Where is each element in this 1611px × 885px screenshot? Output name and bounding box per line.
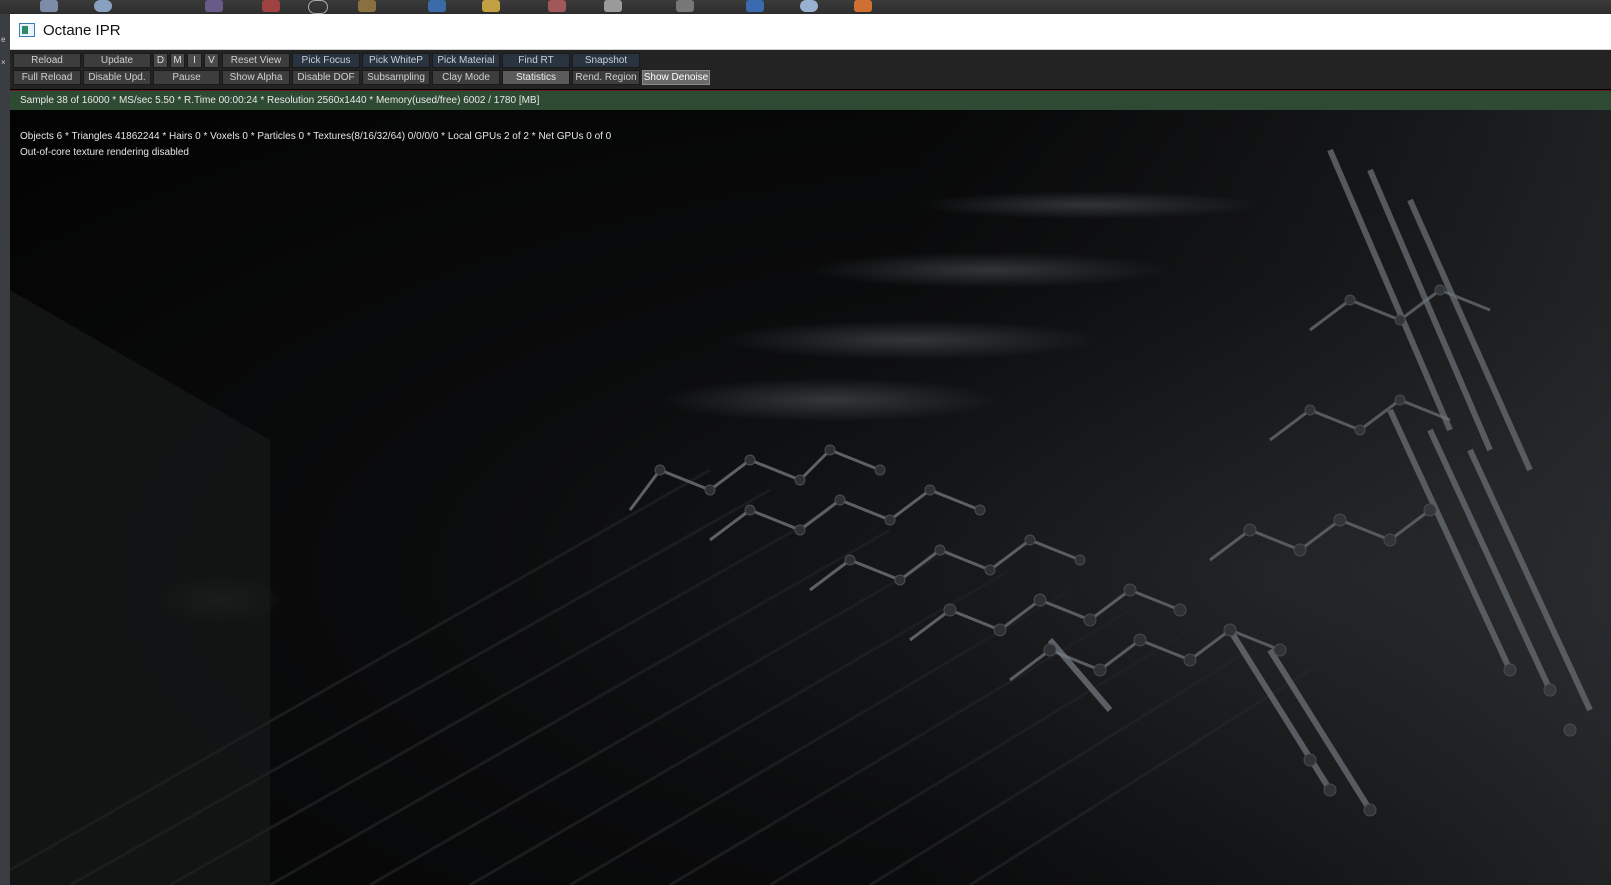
d-button[interactable]: D xyxy=(153,53,168,68)
host-lights-icon xyxy=(800,0,818,12)
disable-dof-button[interactable]: Disable DOF xyxy=(292,70,360,85)
render-viewport[interactable]: Objects 6 * Triangles 41862244 * Hairs 0… xyxy=(10,110,1611,885)
i-button[interactable]: I xyxy=(187,53,202,68)
full-reload-button[interactable]: Full Reload xyxy=(13,70,81,85)
host-scene-icon xyxy=(676,0,694,12)
ipr-toolbar: Reload Update D M I V Reset View Pick Fo… xyxy=(10,50,1611,89)
host-knife-icon xyxy=(428,0,446,12)
host-toolbar-strip xyxy=(0,0,1611,14)
clay-mode-button[interactable]: Clay Mode xyxy=(432,70,500,85)
statistics-button[interactable]: Statistics xyxy=(502,70,570,85)
pick-whitep-button[interactable]: Pick WhiteP xyxy=(362,53,430,68)
reload-button[interactable]: Reload xyxy=(13,53,81,68)
snapshot-button[interactable]: Snapshot xyxy=(572,53,640,68)
out-of-core-status-line: Out-of-core texture rendering disabled xyxy=(20,147,189,158)
reset-view-button[interactable]: Reset View xyxy=(222,53,290,68)
host-tree-icon xyxy=(746,0,764,12)
scene-statistics-line: Objects 6 * Triangles 41862244 * Hairs 0… xyxy=(20,131,612,142)
update-button[interactable]: Update xyxy=(83,53,151,68)
octane-app-icon xyxy=(19,23,35,37)
v-button[interactable]: V xyxy=(204,53,219,68)
host-deform-icon xyxy=(548,0,566,12)
host-bend-icon xyxy=(604,0,622,12)
window-title: Octane IPR xyxy=(43,22,121,39)
pause-button[interactable]: Pause xyxy=(153,70,220,85)
subsampling-button[interactable]: Subsampling xyxy=(362,70,430,85)
host-axis-icon xyxy=(205,0,223,12)
host-pen-icon xyxy=(262,0,280,12)
atmospheric-haze xyxy=(910,110,1611,885)
octane-ipr-window: Octane IPR Reload Update D M I V Reset V… xyxy=(10,14,1611,885)
m-button[interactable]: M xyxy=(170,53,185,68)
host-sphere-icon xyxy=(94,0,112,12)
host-cylinder-icon xyxy=(40,0,58,12)
render-status-bar: Sample 38 of 16000 * MS/sec 5.50 * R.Tim… xyxy=(10,90,1611,110)
find-rt-button[interactable]: Find RT xyxy=(502,53,570,68)
host-left-marker: e xyxy=(1,35,6,44)
host-left-close-mark: × xyxy=(1,58,6,67)
host-spline-icon xyxy=(482,0,500,12)
show-denoise-button[interactable]: Show Denoise xyxy=(642,70,710,85)
rend-region-button[interactable]: Rend. Region xyxy=(572,70,640,85)
title-bar[interactable]: Octane IPR xyxy=(10,14,1611,50)
host-tag-icon xyxy=(854,0,872,12)
render-image xyxy=(10,110,1611,885)
pick-material-button[interactable]: Pick Material xyxy=(432,53,500,68)
host-cone-icon xyxy=(358,0,376,12)
show-alpha-button[interactable]: Show Alpha xyxy=(222,70,290,85)
pick-focus-button[interactable]: Pick Focus xyxy=(292,53,360,68)
disable-upd-button[interactable]: Disable Upd. xyxy=(83,70,151,85)
host-circle-icon xyxy=(308,0,328,14)
